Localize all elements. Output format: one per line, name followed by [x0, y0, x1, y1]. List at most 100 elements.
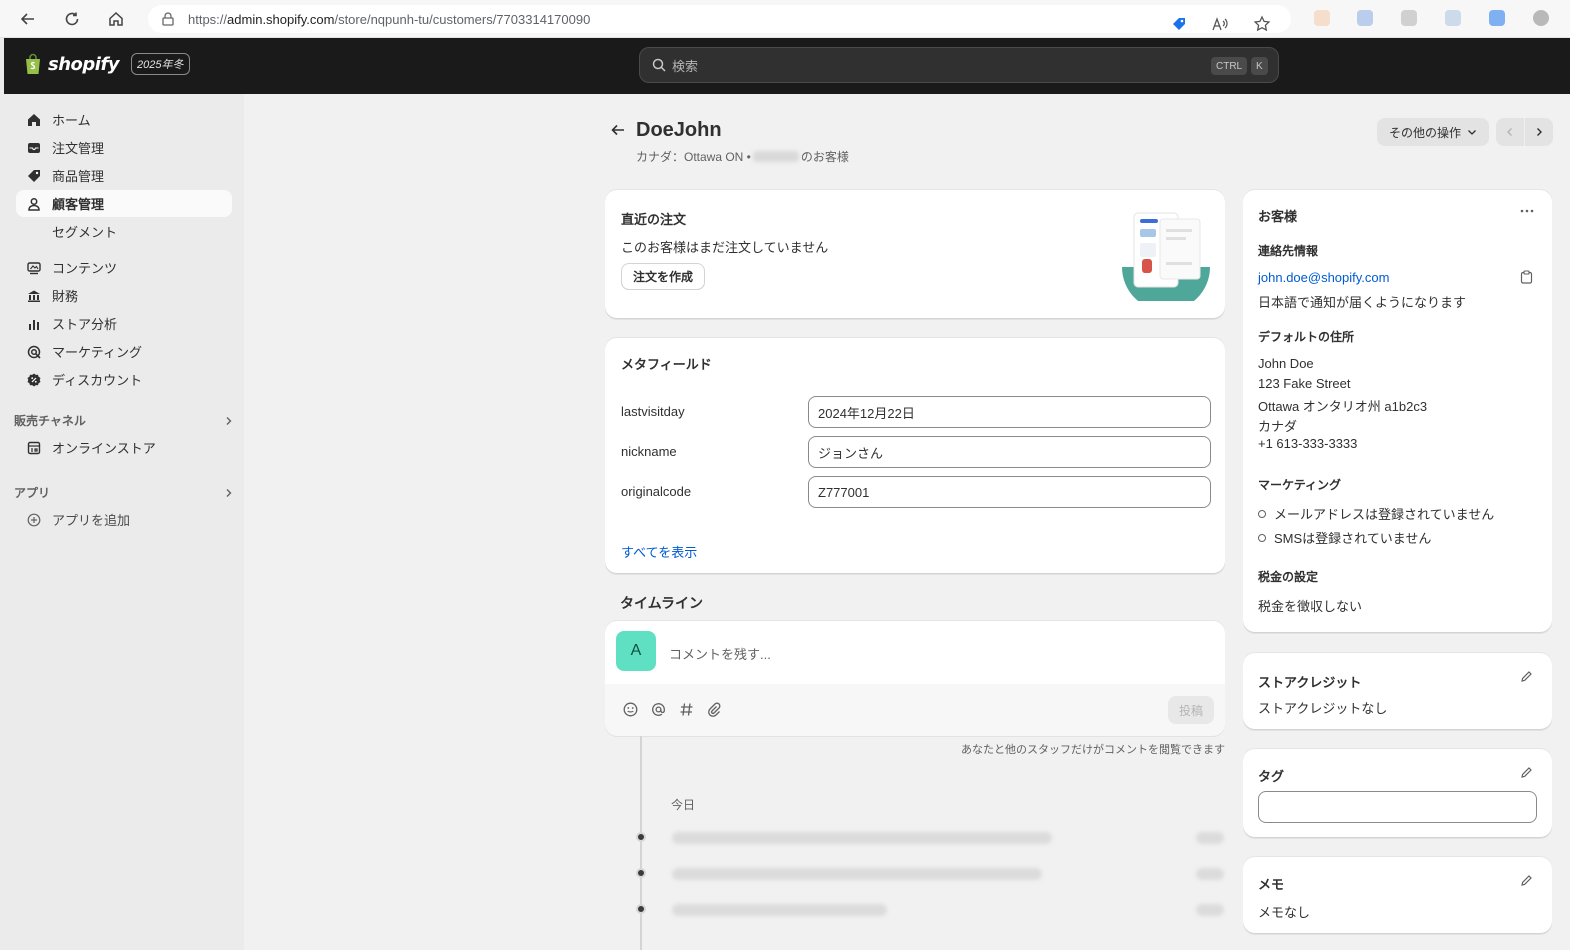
attachment-icon[interactable] — [707, 702, 722, 717]
reload-icon[interactable] — [61, 8, 83, 30]
comment-input[interactable]: コメントを残す... — [669, 644, 771, 663]
discount-icon — [26, 372, 42, 388]
redacted-text — [752, 151, 799, 162]
back-button[interactable] — [610, 122, 626, 138]
create-order-button[interactable]: 注文を作成 — [621, 263, 706, 290]
more-actions-button[interactable]: その他の操作 — [1377, 118, 1490, 146]
sidebar-item-discounts[interactable]: ディスカウント — [16, 366, 232, 393]
timeline-event-time-redacted — [1196, 904, 1224, 916]
chevron-down-icon — [1468, 130, 1476, 135]
customer-card: お客様 連絡先情報 john.doe@shopify.com 日本語で通知が届く… — [1243, 189, 1552, 633]
extension-icon[interactable] — [1314, 10, 1330, 26]
more-options-icon[interactable] — [1519, 204, 1535, 218]
metafield-originalcode-input[interactable]: Z777001 — [808, 476, 1211, 508]
previous-customer-button[interactable] — [1496, 118, 1524, 146]
mention-icon[interactable] — [651, 702, 666, 717]
sidebar-item-segments[interactable]: セグメント — [16, 218, 232, 245]
read-aloud-icon[interactable] — [1211, 16, 1229, 32]
extension-icon[interactable] — [1357, 10, 1373, 26]
sidebar-item-label: アプリを追加 — [52, 513, 131, 528]
edit-pencil-icon[interactable] — [1520, 766, 1533, 779]
home-icon — [26, 112, 42, 128]
shortcut-key: K — [1251, 57, 1268, 75]
inbox-icon — [26, 140, 42, 156]
metafield-nickname-input[interactable]: ジョンさん — [808, 436, 1211, 468]
emoji-icon[interactable] — [623, 702, 638, 717]
tags-input[interactable] — [1258, 791, 1537, 823]
favorite-star-icon[interactable] — [1253, 15, 1271, 33]
contact-info-heading: 連絡先情報 — [1258, 244, 1319, 258]
sales-channels-label: 販売チャネル — [14, 414, 86, 428]
edit-pencil-icon[interactable] — [1520, 670, 1533, 683]
metafields-card: メタフィールド lastvisitday 2024年12月22日 nicknam… — [605, 337, 1225, 574]
customer-email-link[interactable]: john.doe@shopify.com — [1258, 270, 1389, 285]
main-content: DoeJohn カナダ：Ottawa ON • のお客様 その他の操作 直近の注… — [244, 94, 1570, 950]
extension-icon[interactable] — [1445, 10, 1461, 26]
address-bar[interactable]: https://admin.shopify.com/store/nqpunh-t… — [148, 5, 1291, 33]
address-street: 123 Fake Street — [1258, 376, 1351, 391]
extension-icon[interactable] — [1489, 10, 1505, 26]
home-browser-icon[interactable] — [105, 8, 127, 30]
copy-clipboard-icon[interactable] — [1520, 270, 1533, 284]
shopify-logo[interactable]: shopify 2025年冬 — [24, 53, 190, 75]
metafield-lastvisitday-input[interactable]: 2024年12月22日 — [808, 396, 1211, 428]
shopify-bag-icon — [26, 53, 40, 74]
extension-icon[interactable] — [1401, 10, 1417, 26]
notification-language: 日本語で通知が届くようになります — [1258, 295, 1467, 310]
timeline-event-redacted — [672, 904, 887, 916]
target-icon — [26, 344, 42, 360]
sidebar-item-online-store[interactable]: オンラインストア — [16, 434, 232, 461]
search-icon — [652, 58, 666, 72]
marketing-heading: マーケティング — [1258, 478, 1342, 492]
sidebar-item-finance[interactable]: 財務 — [16, 282, 232, 309]
timeline-event-dot — [636, 868, 646, 878]
sidebar-item-label: ホーム — [52, 113, 91, 128]
metafield-label: nickname — [621, 444, 677, 459]
person-icon — [26, 196, 42, 212]
sidebar-item-orders[interactable]: 注文管理 — [16, 134, 232, 161]
arrow-left-icon — [611, 124, 624, 136]
apps-label: アプリ — [14, 486, 51, 500]
sidebar-item-marketing[interactable]: マーケティング — [16, 338, 232, 365]
timeline-title: タイムライン — [620, 595, 704, 611]
sidebar-item-content[interactable]: コンテンツ — [16, 254, 232, 281]
tag-icon — [26, 168, 42, 184]
edit-pencil-icon[interactable] — [1520, 874, 1533, 887]
metafields-title: メタフィールド — [621, 357, 712, 372]
address-phone: +1 613-333-3333 — [1258, 436, 1358, 451]
chevron-right-icon — [224, 416, 234, 426]
empty-orders-illustration — [1120, 207, 1212, 301]
sidebar-item-label: オンラインストア — [52, 441, 156, 456]
address-city: Ottawa オンタリオ州 a1b2c3 — [1258, 399, 1428, 414]
subtitle-location: カナダ：Ottawa ON • — [636, 150, 751, 164]
shortcut-ctrl: CTRL — [1211, 57, 1248, 75]
sidebar-item-analytics[interactable]: ストア分析 — [16, 310, 232, 337]
back-arrow-icon[interactable] — [17, 8, 39, 30]
show-all-link[interactable]: すべてを表示 — [621, 542, 697, 561]
sidebar-item-label: 財務 — [52, 289, 79, 304]
page-subtitle: カナダ：Ottawa ON • のお客様 — [636, 148, 849, 165]
profile-icon[interactable] — [1533, 10, 1549, 26]
sales-channels-header[interactable]: 販売チャネル — [14, 412, 234, 429]
recent-orders-message: このお客様はまだ注文していません — [621, 240, 829, 255]
sidebar-item-products[interactable]: 商品管理 — [16, 162, 232, 189]
sidebar-item-add-app[interactable]: アプリを追加 — [16, 506, 232, 533]
post-button[interactable]: 投稿 — [1168, 696, 1214, 724]
notes-title: メモ — [1258, 877, 1285, 892]
plus-circle-icon — [26, 512, 42, 528]
extension-tag-icon[interactable] — [1171, 16, 1187, 32]
apps-header[interactable]: アプリ — [14, 484, 234, 501]
sidebar-item-label: 顧客管理 — [52, 197, 105, 212]
more-actions-label: その他の操作 — [1389, 125, 1462, 140]
url-path: /store/nqpunh-tu/customers/7703314170090 — [334, 11, 591, 27]
chevron-right-icon — [224, 488, 234, 498]
notes-value: メモなし — [1258, 905, 1311, 920]
sidebar-item-home[interactable]: ホーム — [16, 106, 232, 133]
sidebar-item-customers[interactable]: 顧客管理 — [16, 190, 232, 217]
next-customer-button[interactable] — [1525, 118, 1553, 146]
customer-card-title: お客様 — [1258, 209, 1298, 224]
admin-topbar: shopify 2025年冬 検索 CTRL K — [4, 38, 1570, 94]
sidebar-item-label: 注文管理 — [52, 141, 105, 156]
hashtag-icon[interactable] — [679, 702, 694, 717]
search-input[interactable]: 検索 CTRL K — [639, 47, 1279, 83]
